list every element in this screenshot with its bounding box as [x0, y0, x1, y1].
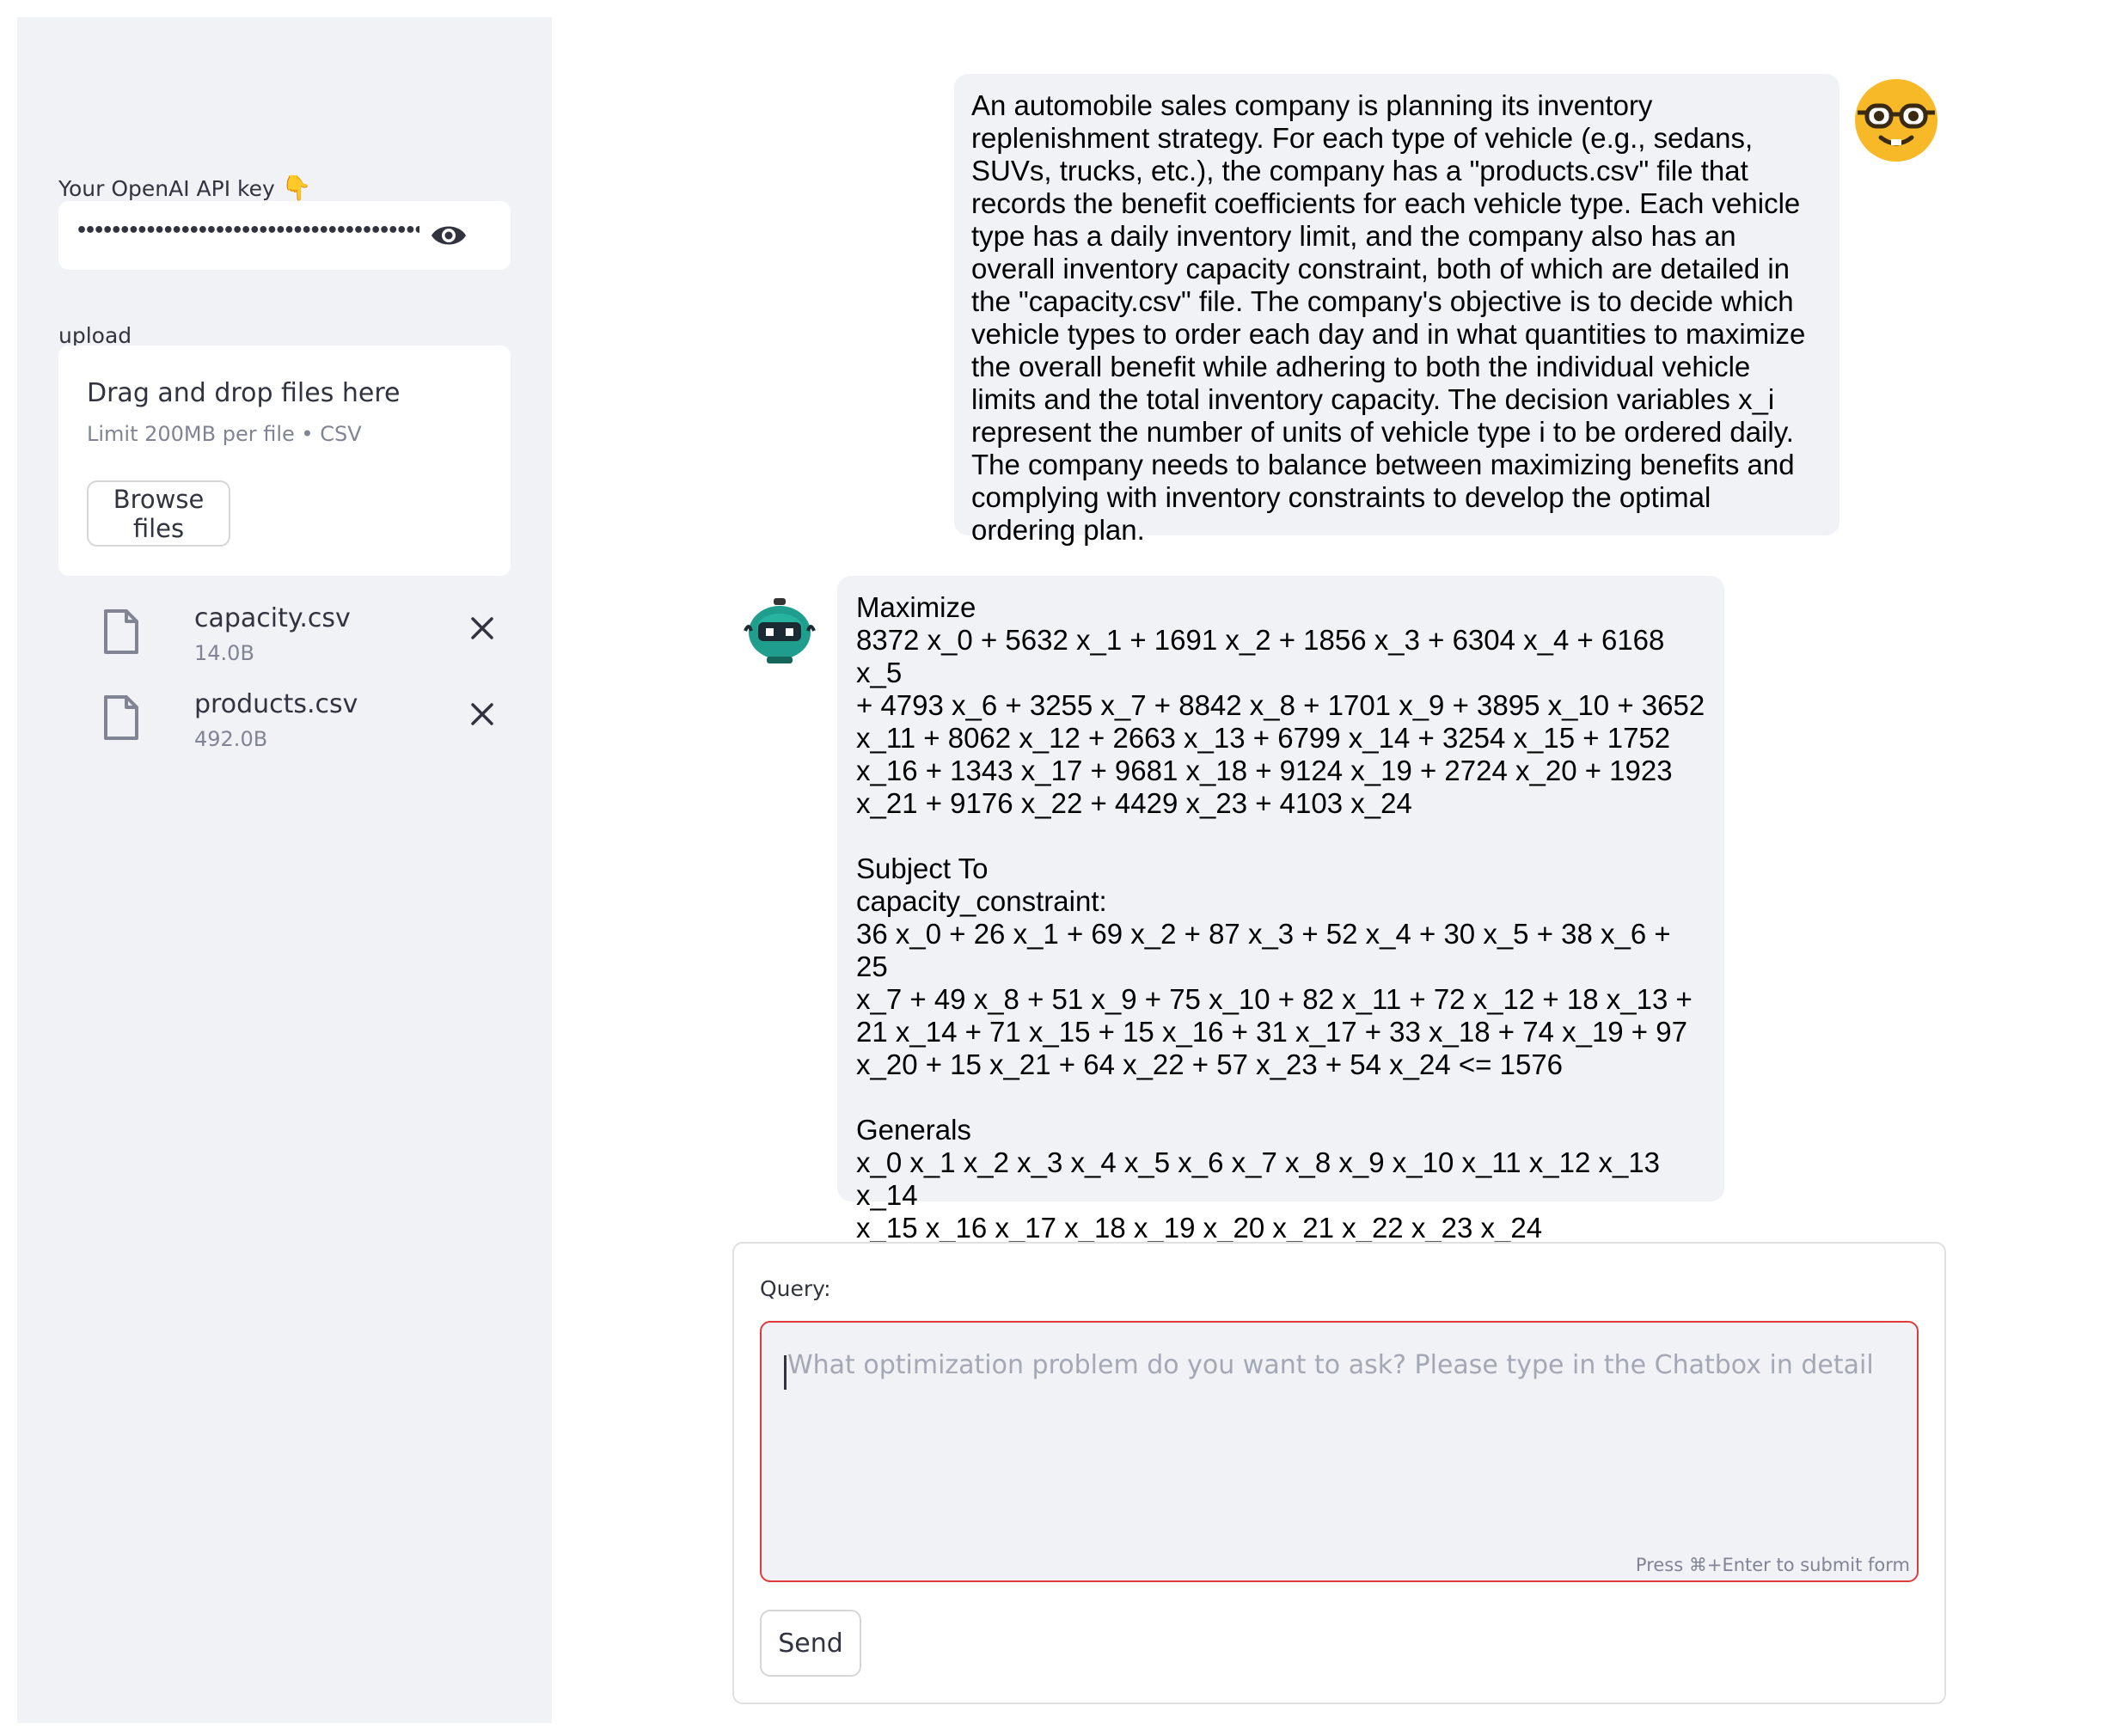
robot-avatar-icon — [744, 598, 816, 663]
file-name: capacity.csv — [194, 603, 351, 633]
api-key-masked-value[interactable]: ••••••••••••••••••••••••••••••••••••••••… — [76, 220, 419, 241]
file-name: products.csv — [194, 689, 358, 719]
submit-hint: Press ⌘+Enter to submit form — [1635, 1555, 1910, 1575]
dropzone-limit-text: Limit 200MB per file • CSV — [87, 422, 362, 446]
text-cursor — [784, 1355, 787, 1390]
query-input[interactable] — [760, 1321, 1919, 1582]
assistant-message-text: Maximize 8372 x_0 + 5632 x_1 + 1691 x_2 … — [856, 591, 1705, 1276]
user-message-bubble: An automobile sales company is planning … — [954, 74, 1839, 546]
browse-files-button[interactable]: Browse files — [87, 480, 230, 547]
api-key-label: Your OpenAI API key 👇 — [58, 174, 312, 202]
file-icon — [104, 695, 138, 740]
api-key-input[interactable]: ••••••••••••••••••••••••••••••••••••••••… — [58, 201, 511, 270]
query-label: Query: — [760, 1276, 831, 1301]
dropzone-title: Drag and drop files here — [87, 378, 401, 408]
api-key-label-text: Your OpenAI API key — [58, 176, 275, 201]
query-form: Query: Press ⌘+Enter to submit form Send — [732, 1242, 1946, 1704]
file-size: 14.0B — [194, 641, 254, 665]
send-button[interactable]: Send — [760, 1610, 861, 1677]
close-icon[interactable] — [469, 701, 495, 727]
user-message-text: An automobile sales company is planning … — [971, 89, 1806, 546]
uploaded-file-item: products.csv 492.0B — [103, 689, 516, 758]
file-dropzone[interactable]: Drag and drop files here Limit 200MB per… — [58, 345, 511, 576]
pointing-down-icon: 👇 — [281, 174, 312, 202]
close-icon[interactable] — [469, 615, 495, 641]
uploaded-file-item: capacity.csv 14.0B — [103, 603, 516, 672]
eye-icon[interactable] — [430, 220, 468, 251]
nerd-face-avatar-icon — [1855, 79, 1937, 162]
upload-label: upload — [58, 323, 132, 348]
file-icon — [104, 609, 138, 654]
sidebar: Your OpenAI API key 👇 •••••••••••••••••••… — [17, 17, 552, 1723]
file-size: 492.0B — [194, 727, 268, 751]
assistant-message-bubble: Maximize 8372 x_0 + 5632 x_1 + 1691 x_2 … — [837, 576, 1724, 1276]
